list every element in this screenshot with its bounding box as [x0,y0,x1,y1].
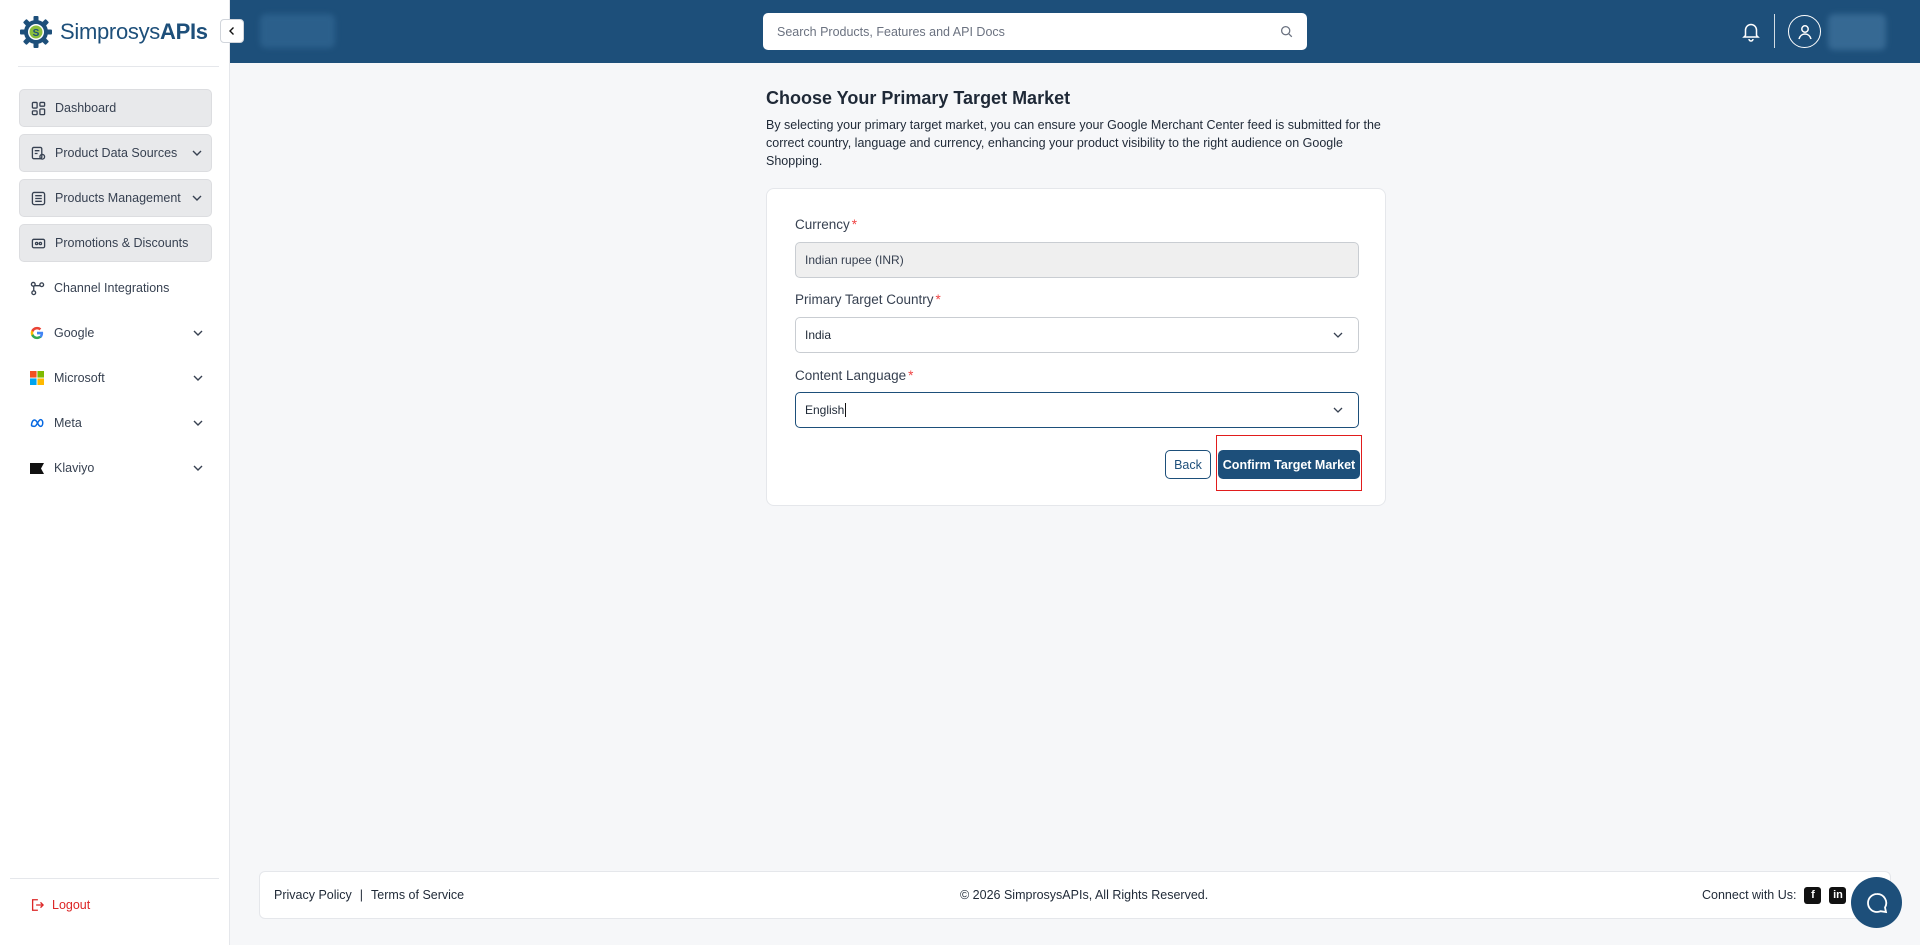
sidebar-item-microsoft[interactable]: Microsoft [19,359,212,397]
language-value: English [805,403,845,417]
facebook-icon[interactable]: f [1804,886,1822,904]
chevron-down-icon [193,330,203,336]
back-button[interactable]: Back [1165,450,1211,479]
text-caret [845,403,847,417]
chevron-down-icon [193,375,203,381]
sidebar-item-label: Klaviyo [54,461,95,475]
chevron-left-icon [229,27,234,35]
brand-name-regular: Simprosys [60,19,160,44]
divider [18,66,219,67]
sidebar-item-promotions-discounts[interactable]: Promotions & Discounts [19,224,212,262]
sidebar-item-label: Products Management [55,191,181,205]
chevron-down-icon [192,150,202,156]
privacy-policy-link[interactable]: Privacy Policy [274,888,352,902]
user-avatar-button[interactable] [1788,15,1821,48]
sidebar-item-channel-integrations[interactable]: Channel Integrations [19,269,212,307]
notification-bell-icon[interactable] [1740,20,1762,42]
sidebar-item-dashboard[interactable]: Dashboard [19,89,212,127]
language-label: Content Language * [795,368,913,383]
chevron-down-icon [193,420,203,426]
user-icon [1797,24,1812,39]
brand-logo[interactable]: S SimprosysAPIs [18,14,208,50]
sidebar-nav: Dashboard Product Data Sources Products … [19,89,212,494]
linkedin-icon[interactable]: in [1829,886,1847,904]
search-icon[interactable] [1280,25,1293,38]
gear-logo-icon: S [20,16,52,48]
klaviyo-icon [29,460,45,476]
sidebar-item-products-management[interactable]: Products Management [19,179,212,217]
currency-label-text: Currency [795,217,850,232]
search-bar[interactable] [763,13,1307,50]
products-management-icon [30,190,46,206]
sidebar-item-label: Dashboard [55,101,117,115]
channel-integrations-icon [29,280,45,296]
required-mark: * [851,217,858,232]
currency-field: Indian rupee (INR) [795,242,1359,278]
currency-label: Currency * [795,217,857,232]
currency-value: Indian rupee (INR) [805,253,904,267]
terms-of-service-link[interactable]: Terms of Service [371,888,464,902]
country-select[interactable]: India [795,317,1359,353]
target-market-form: Currency * Indian rupee (INR) Primary Tar… [766,188,1386,506]
sidebar-item-label: Meta [54,416,82,430]
top-header [230,0,1920,63]
meta-icon [29,415,45,431]
chat-bubble-icon [1866,892,1887,913]
logout-button[interactable]: Logout [30,898,90,912]
sidebar-item-label: Channel Integrations [54,281,170,295]
brand-name-bold: APIs [160,19,208,44]
header-divider [1774,14,1775,48]
store-selector[interactable] [260,14,335,48]
required-mark: * [935,292,941,307]
copyright-text: © 2026 SimprosysAPIs, All Rights Reserve… [960,888,1209,902]
sidebar-item-label: Microsoft [54,371,105,385]
sidebar: S SimprosysAPIs Dashboard Product Data S… [0,0,230,945]
chevron-down-icon [192,195,202,201]
dashboard-icon [30,100,46,116]
sidebar-item-google[interactable]: Google [19,314,212,352]
page-title: Choose Your Primary Target Market [766,88,1071,108]
country-label: Primary Target Country * [795,292,941,307]
sidebar-item-label: Google [54,326,95,340]
sidebar-item-label: Promotions & Discounts [55,236,189,250]
footer-separator: | [359,888,364,902]
chevron-down-icon [1333,407,1343,413]
confirm-target-market-button[interactable]: Confirm Target Market [1218,450,1360,479]
chevron-down-icon [1333,332,1343,338]
footer: Privacy Policy | Terms of Service © 2026… [259,871,1891,919]
page-description: By selecting your primary target market,… [766,118,1381,168]
required-mark: * [908,368,914,383]
divider [10,878,219,879]
sidebar-item-klaviyo[interactable]: Klaviyo [19,449,212,487]
language-select[interactable]: English [795,392,1359,428]
microsoft-icon [29,370,45,386]
connect-label: Connect with Us: [1702,888,1797,902]
country-value: India [805,328,832,342]
sidebar-item-product-data-sources[interactable]: Product Data Sources [19,134,212,172]
collapse-sidebar-button[interactable] [220,19,244,43]
chevron-down-icon [193,465,203,471]
language-label-text: Content Language [795,368,907,383]
chat-support-button[interactable] [1851,877,1902,928]
search-input[interactable] [777,24,1280,39]
google-icon [29,325,45,341]
promotions-icon [30,235,46,251]
logout-icon [31,899,44,911]
country-label-text: Primary Target Country [795,292,934,307]
svg-text:S: S [33,28,40,39]
account-menu[interactable] [1828,14,1886,50]
sidebar-item-meta[interactable]: Meta [19,404,212,442]
product-data-sources-icon [30,145,46,161]
logout-label: Logout [52,898,91,912]
sidebar-item-label: Product Data Sources [55,146,178,160]
